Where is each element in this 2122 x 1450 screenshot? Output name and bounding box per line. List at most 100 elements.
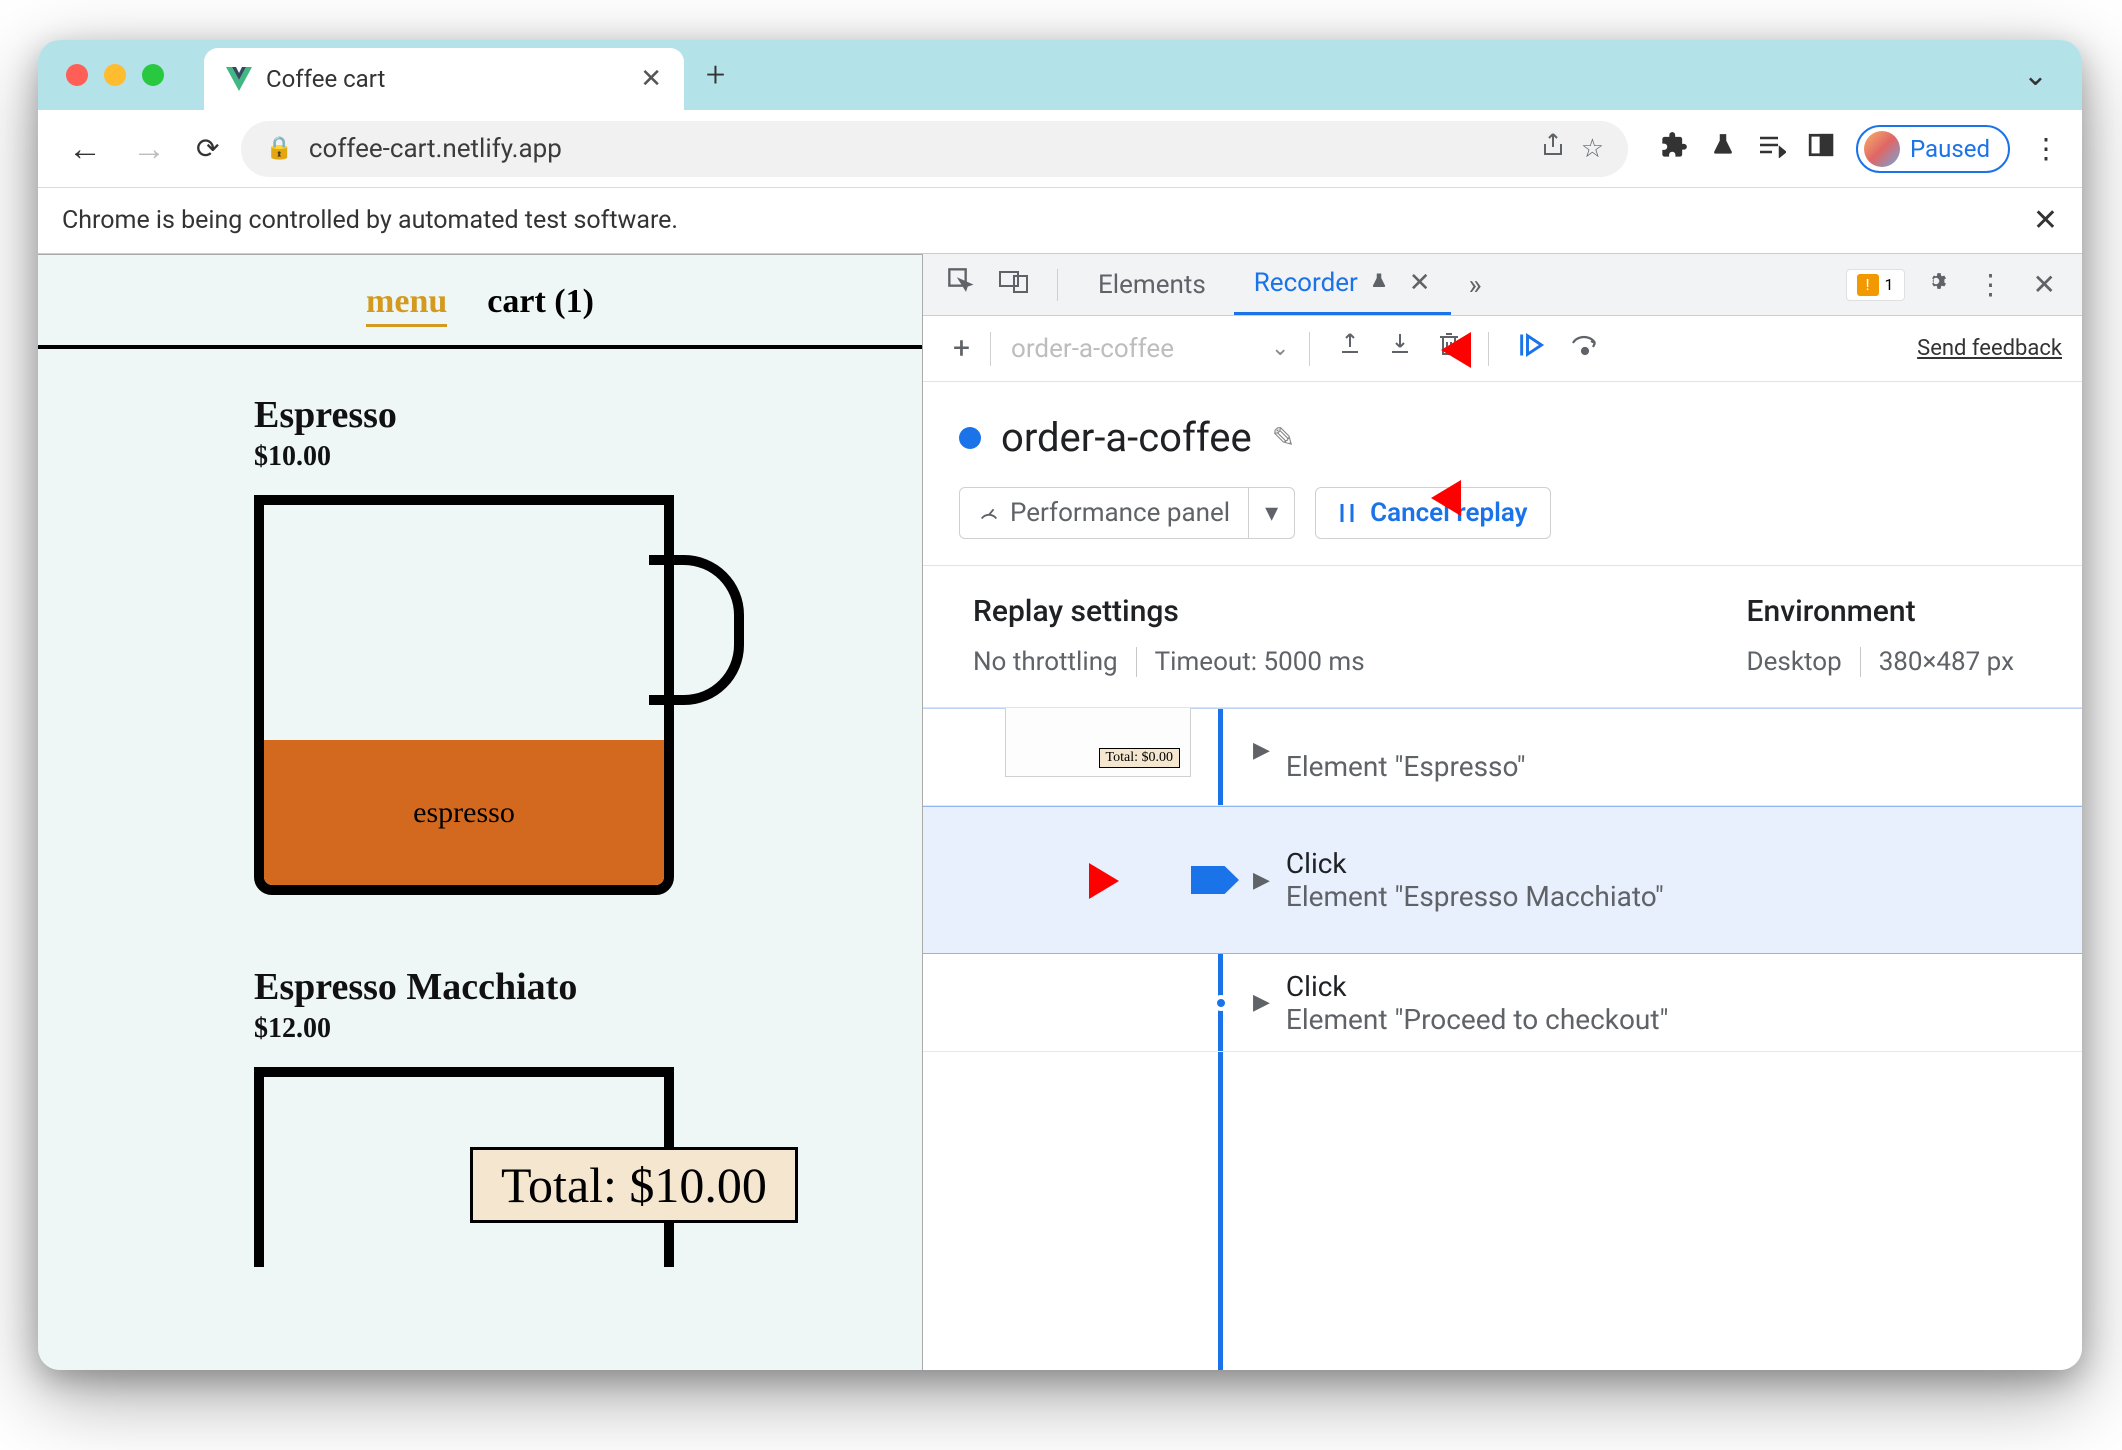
page-nav: menu cart (1) bbox=[38, 254, 922, 349]
tab-strip: Coffee cart ✕ + ⌄ bbox=[38, 40, 2082, 110]
close-tab-icon[interactable]: ✕ bbox=[640, 64, 662, 94]
main-split: menu cart (1) Espresso $10.00 espresso E… bbox=[38, 254, 2082, 1370]
flask-icon[interactable] bbox=[1710, 131, 1736, 166]
chevron-down-icon[interactable]: ⌄ bbox=[1271, 336, 1289, 361]
perf-panel-label: Performance panel bbox=[1010, 498, 1230, 528]
devtools-panel: Elements Recorder ✕ » ! 1 ⋮ ✕ bbox=[923, 254, 2082, 1370]
pause-icon bbox=[1338, 502, 1358, 524]
panel-icon[interactable] bbox=[1808, 132, 1834, 165]
step-target: Element "Espresso Macchiato" bbox=[1286, 880, 1664, 913]
tabs-dropdown-icon[interactable]: ⌄ bbox=[2023, 58, 2048, 93]
step-marker-icon bbox=[1213, 995, 1229, 1011]
close-tab-icon[interactable]: ✕ bbox=[1409, 268, 1431, 298]
forward-button[interactable]: → bbox=[124, 129, 174, 169]
issues-badge[interactable]: ! 1 bbox=[1846, 269, 1905, 301]
env-device-value[interactable]: Desktop bbox=[1747, 647, 1860, 677]
environment-heading: Environment bbox=[1747, 594, 2032, 629]
step-target: Element "Proceed to checkout" bbox=[1286, 1003, 1669, 1036]
toolbar-icons: Paused ⋮ bbox=[1660, 125, 2060, 173]
edit-title-icon[interactable]: ✎ bbox=[1272, 421, 1295, 454]
automation-banner-text: Chrome is being controlled by automated … bbox=[62, 206, 678, 235]
nav-cart-link[interactable]: cart (1) bbox=[487, 283, 594, 327]
devtools-tabbar: Elements Recorder ✕ » ! 1 ⋮ ✕ bbox=[923, 254, 2082, 316]
kebab-menu-icon[interactable]: ⋮ bbox=[2032, 132, 2060, 165]
replay-settings-row: Replay settings No throttling Timeout: 5… bbox=[923, 566, 2082, 708]
step-row-current[interactable]: ▶ Click Element "Espresso Macchiato" bbox=[923, 806, 2082, 954]
address-bar[interactable]: 🔒 coffee-cart.netlify.app ☆ bbox=[241, 121, 1628, 177]
lock-icon: 🔒 bbox=[265, 136, 292, 161]
warning-icon: ! bbox=[1857, 274, 1879, 296]
cart-total-badge[interactable]: Total: $10.00 bbox=[470, 1147, 798, 1223]
export-icon[interactable] bbox=[1330, 332, 1370, 365]
bookmark-icon[interactable]: ☆ bbox=[1581, 134, 1604, 164]
new-tab-button[interactable]: + bbox=[706, 55, 725, 95]
tab-title: Coffee cart bbox=[266, 65, 385, 93]
step-action: Click bbox=[1286, 847, 1664, 880]
back-button[interactable]: ← bbox=[60, 129, 110, 169]
nav-menu-link[interactable]: menu bbox=[366, 283, 447, 327]
reload-button[interactable]: ⟳ bbox=[188, 132, 227, 165]
extensions-icon[interactable] bbox=[1660, 131, 1688, 166]
step-button[interactable] bbox=[1563, 333, 1611, 364]
minimize-window-button[interactable] bbox=[104, 64, 126, 86]
recording-selector[interactable]: order-a-coffee bbox=[1001, 330, 1261, 368]
maximize-window-button[interactable] bbox=[142, 64, 164, 86]
expand-caret-icon[interactable]: ▶ bbox=[1253, 738, 1270, 763]
share-icon[interactable] bbox=[1541, 132, 1565, 165]
kebab-icon[interactable]: ⋮ bbox=[1967, 268, 2015, 301]
product-price: $12.00 bbox=[254, 1013, 922, 1045]
paused-label: Paused bbox=[1910, 135, 1990, 163]
expand-caret-icon[interactable]: ▶ bbox=[1253, 990, 1270, 1015]
send-feedback-link[interactable]: Send feedback bbox=[1917, 336, 2062, 361]
more-tabs-icon[interactable]: » bbox=[1459, 268, 1492, 301]
issues-count: 1 bbox=[1885, 275, 1894, 294]
recorder-toolbar: + order-a-coffee ⌄ bbox=[923, 316, 2082, 382]
replay-settings-heading: Replay settings bbox=[973, 594, 1383, 629]
throttling-value[interactable]: No throttling bbox=[973, 647, 1136, 677]
recording-title: order-a-coffee bbox=[1001, 414, 1252, 461]
chevron-down-icon[interactable]: ▾ bbox=[1248, 488, 1294, 538]
import-icon[interactable] bbox=[1380, 332, 1420, 365]
inspect-icon[interactable] bbox=[939, 267, 983, 302]
product-cup[interactable]: espresso bbox=[254, 495, 684, 895]
avatar-icon bbox=[1864, 131, 1900, 167]
steps-timeline: Total: $0.00 ▶ Click Element "Espresso" … bbox=[923, 708, 2082, 1370]
browser-tab[interactable]: Coffee cart ✕ bbox=[204, 48, 684, 110]
gear-icon[interactable] bbox=[1913, 268, 1959, 301]
close-window-button[interactable] bbox=[66, 64, 88, 86]
recording-header: order-a-coffee ✎ Performance panel ▾ Can… bbox=[923, 382, 2082, 566]
step-row[interactable]: ▶ Click Element "Proceed to checkout" bbox=[923, 954, 2082, 1052]
product-title: Espresso Macchiato bbox=[254, 965, 922, 1009]
thumb-total-label: Total: $0.00 bbox=[1099, 748, 1180, 768]
vue-favicon-icon bbox=[226, 67, 252, 91]
expand-caret-icon[interactable]: ▶ bbox=[1253, 868, 1270, 893]
step-target: Element "Espresso" bbox=[1286, 750, 1526, 783]
profile-paused-chip[interactable]: Paused bbox=[1856, 125, 2010, 173]
page-content: menu cart (1) Espresso $10.00 espresso E… bbox=[38, 254, 923, 1370]
performance-panel-button[interactable]: Performance panel ▾ bbox=[959, 487, 1295, 539]
cup-fill-label: espresso bbox=[264, 740, 664, 885]
close-devtools-icon[interactable]: ✕ bbox=[2023, 268, 2066, 301]
annotation-arrow-icon bbox=[1431, 468, 1521, 528]
record-indicator-icon bbox=[959, 427, 981, 449]
flask-icon bbox=[1370, 268, 1388, 298]
product-title: Espresso bbox=[254, 393, 922, 437]
browser-window: Coffee cart ✕ + ⌄ ← → ⟳ 🔒 coffee-cart.ne… bbox=[38, 40, 2082, 1370]
close-banner-icon[interactable]: ✕ bbox=[2033, 203, 2058, 238]
tab-elements[interactable]: Elements bbox=[1078, 256, 1226, 314]
tab-recorder[interactable]: Recorder ✕ bbox=[1234, 254, 1451, 315]
timeout-value[interactable]: Timeout: 5000 ms bbox=[1136, 647, 1383, 677]
device-toggle-icon[interactable] bbox=[991, 268, 1037, 301]
media-icon[interactable] bbox=[1758, 132, 1786, 165]
step-action: Click bbox=[1286, 970, 1669, 1003]
current-step-marker-icon bbox=[1191, 860, 1239, 900]
step-row[interactable]: Total: $0.00 ▶ Click Element "Espresso" bbox=[923, 708, 2082, 806]
annotation-arrow-icon bbox=[1441, 320, 1531, 380]
toolbar: ← → ⟳ 🔒 coffee-cart.netlify.app ☆ bbox=[38, 110, 2082, 188]
product-price: $10.00 bbox=[254, 441, 922, 473]
env-viewport-value[interactable]: 380×487 px bbox=[1860, 647, 2032, 677]
new-recording-button[interactable]: + bbox=[943, 331, 980, 366]
product-list: Espresso $10.00 espresso Espresso Macchi… bbox=[38, 349, 922, 1237]
gauge-icon bbox=[978, 502, 1000, 524]
automation-banner: Chrome is being controlled by automated … bbox=[38, 188, 2082, 254]
